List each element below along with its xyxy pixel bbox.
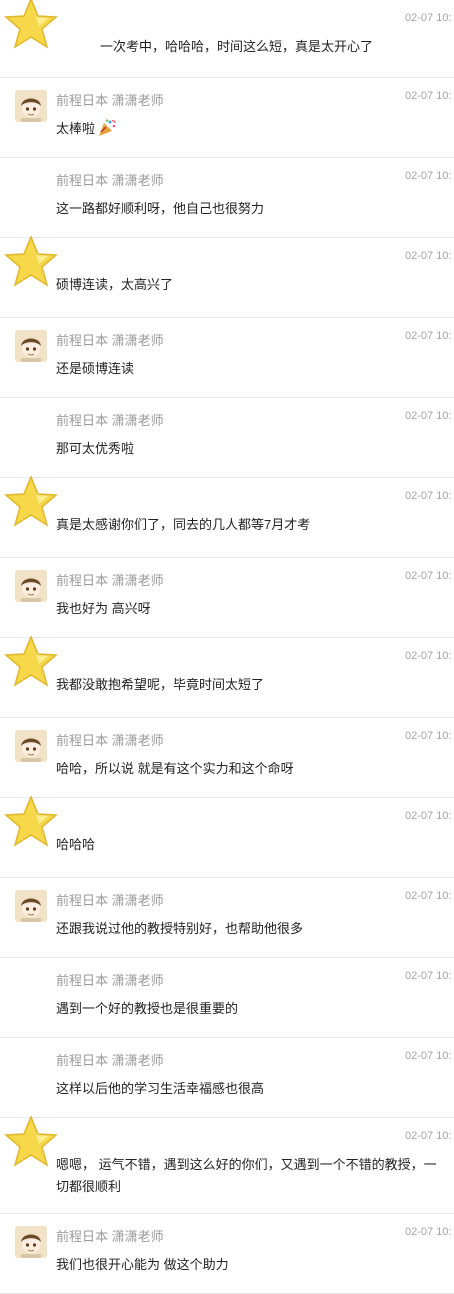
- sender-name: 前程日本 潇潇老师: [56, 413, 164, 428]
- message-text-content: 哈哈，所以说 就是有这个实力和这个命呀: [56, 761, 294, 776]
- message-text-content: 我们也很开心能为 做这个助力: [56, 1257, 229, 1272]
- message-time: 02-07 10:: [405, 1226, 452, 1238]
- message-time: 02-07 10:: [405, 12, 452, 24]
- message-text-content: 这一路都好顺利呀，他自己也很努力: [56, 201, 265, 216]
- teacher-message: 前程日本 潇潇老师 02-07 10: 还是硕博连读: [0, 318, 454, 398]
- teacher-message: 前程日本 潇潇老师 02-07 10: 这样以后他的学习生活幸福感也很高: [0, 1038, 454, 1118]
- teacher-message: 前程日本 潇潇老师 02-07 10: 还跟我说过他的教授特别好，也帮助他很多: [0, 878, 454, 958]
- message-time: 02-07 10:: [405, 650, 452, 662]
- message-text: 这样以后他的学习生活幸福感也很高: [56, 1078, 448, 1100]
- message-time: 02-07 10:: [405, 90, 452, 102]
- message-text: 嗯嗯， 运气不错，遇到这么好的你们，又遇到一个不错的教授，一切都很顺利: [56, 1154, 448, 1198]
- message-text-content: 遇到一个好的教授也是很重要的: [56, 1001, 239, 1016]
- sender-name: 前程日本 潇潇老师: [56, 1229, 164, 1244]
- teacher-message: 前程日本 潇潇老师 02-07 10: 哈哈，所以说 就是有这个实力和这个命呀: [0, 718, 454, 798]
- teacher-avatar-icon: [15, 890, 47, 922]
- sender-name: 前程日本 潇潇老师: [56, 973, 164, 988]
- message-time: 02-07 10:: [405, 410, 452, 422]
- teacher-avatar[interactable]: [15, 570, 47, 602]
- message-time: 02-07 10:: [405, 170, 452, 182]
- message-text-content: 还跟我说过他的教授特别好，也帮助他很多: [56, 921, 304, 936]
- message-text: 这一路都好顺利呀，他自己也很努力: [56, 198, 448, 220]
- student-message: 02-07 10: 一次考中，哈哈哈，时间这么短，真是太开心了: [0, 0, 454, 78]
- sender-name: 前程日本 潇潇老师: [56, 173, 164, 188]
- chat-message-list: 02-07 10: 一次考中，哈哈哈，时间这么短，真是太开心了前程日本 潇潇老师 0…: [0, 0, 454, 1294]
- message-text: 还跟我说过他的教授特别好，也帮助他很多: [56, 918, 448, 940]
- student-message: 02-07 10: 硕博连读，太高兴了: [0, 235, 454, 318]
- message-time: 02-07 10:: [405, 330, 452, 342]
- star-avatar-icon: [4, 635, 58, 687]
- teacher-avatar[interactable]: [15, 730, 47, 762]
- star-avatar-icon: [4, 1115, 58, 1167]
- message-text: 真是太感谢你们了，同去的几人都等7月才考: [56, 514, 448, 536]
- teacher-avatar-icon: [15, 570, 47, 602]
- teacher-message: 前程日本 潇潇老师 02-07 10: 我也好为 高兴呀: [0, 558, 454, 638]
- teacher-avatar[interactable]: [15, 1226, 47, 1258]
- teacher-message: 前程日本 潇潇老师 02-07 10: 这一路都好顺利呀，他自己也很努力: [0, 158, 454, 238]
- message-text: 遇到一个好的教授也是很重要的: [56, 998, 448, 1020]
- teacher-avatar[interactable]: [15, 90, 47, 122]
- message-text: 我们也很开心能为 做这个助力: [56, 1254, 448, 1276]
- student-message: 02-07 10: 我都没敢抱希望呢，毕竟时间太短了: [0, 635, 454, 718]
- message-time: 02-07 10:: [405, 970, 452, 982]
- message-text: 我也好为 高兴呀: [56, 598, 448, 620]
- message-time: 02-07 10:: [405, 730, 452, 742]
- student-message: 02-07 10: 真是太感谢你们了，同去的几人都等7月才考: [0, 475, 454, 558]
- teacher-avatar-icon: [15, 90, 47, 122]
- message-text: 一次考中，哈哈哈，时间这么短，真是太开心了: [100, 36, 448, 58]
- sender-name: 前程日本 潇潇老师: [56, 573, 164, 588]
- message-text: 那可太优秀啦: [56, 438, 448, 460]
- teacher-message: 前程日本 潇潇老师 02-07 10: 我们也很开心能为 做这个助力: [0, 1214, 454, 1294]
- message-text-content: 还是硕博连读: [56, 361, 135, 376]
- teacher-message: 前程日本 潇潇老师 02-07 10: 那可太优秀啦: [0, 398, 454, 478]
- sender-name: 前程日本 潇潇老师: [56, 333, 164, 348]
- message-text: 还是硕博连读: [56, 358, 448, 380]
- sender-name: 前程日本 潇潇老师: [56, 93, 164, 108]
- message-text-content: 哈哈哈: [56, 837, 96, 852]
- message-time: 02-07 10:: [405, 1050, 452, 1062]
- message-text-content: 真是太感谢你们了，同去的几人都等7月才考: [56, 517, 311, 532]
- message-text-content: 硕博连读，太高兴了: [56, 277, 174, 292]
- message-text: 哈哈，所以说 就是有这个实力和这个命呀: [56, 758, 448, 780]
- message-text: 哈哈哈: [56, 834, 448, 856]
- star-avatar-icon: [4, 235, 58, 287]
- message-time: 02-07 10:: [405, 810, 452, 822]
- message-text: 硕博连读，太高兴了: [56, 274, 448, 296]
- teacher-avatar[interactable]: [15, 890, 47, 922]
- message-time: 02-07 10:: [405, 490, 452, 502]
- teacher-avatar-icon: [15, 1226, 47, 1258]
- message-time: 02-07 10:: [405, 890, 452, 902]
- teacher-message: 前程日本 潇潇老师 02-07 10: 遇到一个好的教授也是很重要的: [0, 958, 454, 1038]
- message-text-content: 我也好为 高兴呀: [56, 601, 151, 616]
- message-text-content: 太棒啦: [56, 121, 96, 136]
- star-avatar-icon: [4, 0, 58, 49]
- star-avatar-icon: [4, 795, 58, 847]
- sender-name: 前程日本 潇潇老师: [56, 893, 164, 908]
- message-text-content: 我都没敢抱希望呢，毕竟时间太短了: [56, 677, 265, 692]
- sender-name: 前程日本 潇潇老师: [56, 1053, 164, 1068]
- message-text-content: 那可太优秀啦: [56, 441, 135, 456]
- star-avatar-icon: [4, 475, 58, 527]
- message-time: 02-07 10:: [405, 250, 452, 262]
- message-time: 02-07 10:: [405, 570, 452, 582]
- teacher-avatar-icon: [15, 330, 47, 362]
- party-popper-icon: [99, 119, 116, 136]
- student-message: 02-07 10: 哈哈哈: [0, 795, 454, 878]
- teacher-avatar-icon: [15, 730, 47, 762]
- message-text: 太棒啦: [56, 118, 448, 140]
- message-text: 我都没敢抱希望呢，毕竟时间太短了: [56, 674, 448, 696]
- message-text-content: 这样以后他的学习生活幸福感也很高: [56, 1081, 265, 1096]
- student-message: 02-07 10: 嗯嗯， 运气不错，遇到这么好的你们，又遇到一个不错的教授，一切…: [0, 1115, 454, 1214]
- message-text-content: 一次考中，哈哈哈，时间这么短，真是太开心了: [100, 39, 374, 54]
- message-text-content: 嗯嗯， 运气不错，遇到这么好的你们，又遇到一个不错的教授，一切都很顺利: [56, 1157, 437, 1194]
- teacher-message: 前程日本 潇潇老师 02-07 10: 太棒啦: [0, 78, 454, 158]
- sender-name: 前程日本 潇潇老师: [56, 733, 164, 748]
- message-time: 02-07 10:: [405, 1130, 452, 1142]
- teacher-avatar[interactable]: [15, 330, 47, 362]
